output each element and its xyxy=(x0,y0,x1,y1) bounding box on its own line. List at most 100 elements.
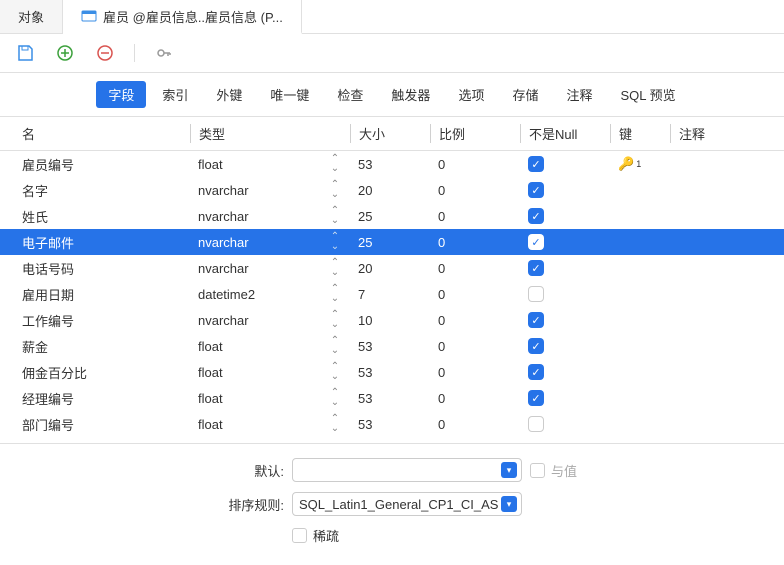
cell-name[interactable]: 姓氏 xyxy=(0,207,190,226)
subtab-uniq[interactable]: 唯一键 xyxy=(258,81,321,108)
cell-type[interactable]: float xyxy=(190,365,320,380)
sparse-checkbox[interactable] xyxy=(292,528,307,543)
header-notnull[interactable]: 不是Null xyxy=(520,124,610,143)
header-comment[interactable]: 注释 xyxy=(670,124,784,143)
cell-size[interactable]: 53 xyxy=(350,157,430,172)
subtab-fields[interactable]: 字段 xyxy=(96,81,146,108)
table-row[interactable]: 雇员编号float⌃⌄530✓🔑1 xyxy=(0,151,784,177)
subtab-storage[interactable]: 存储 xyxy=(500,81,550,108)
subtab-trigger[interactable]: 触发器 xyxy=(379,81,442,108)
with-value-checkbox[interactable] xyxy=(530,463,545,478)
cell-name[interactable]: 雇用日期 xyxy=(0,285,190,304)
cell-name[interactable]: 雇员编号 xyxy=(0,155,190,174)
cell-scale[interactable]: 0 xyxy=(430,287,520,302)
remove-button[interactable] xyxy=(94,42,116,64)
cell-name[interactable]: 名字 xyxy=(0,181,190,200)
type-stepper[interactable]: ⌃⌄ xyxy=(320,414,350,434)
key-button[interactable] xyxy=(153,42,175,64)
cell-scale[interactable]: 0 xyxy=(430,391,520,406)
subtab-comment[interactable]: 注释 xyxy=(554,81,604,108)
subtab-indexes[interactable]: 索引 xyxy=(150,81,200,108)
notnull-checkbox[interactable]: ✓ xyxy=(528,234,544,250)
cell-type[interactable]: nvarchar xyxy=(190,235,320,250)
cell-scale[interactable]: 0 xyxy=(430,261,520,276)
notnull-checkbox[interactable] xyxy=(528,416,544,432)
cell-size[interactable]: 25 xyxy=(350,209,430,224)
cell-size[interactable]: 25 xyxy=(350,235,430,250)
cell-scale[interactable]: 0 xyxy=(430,209,520,224)
type-stepper[interactable]: ⌃⌄ xyxy=(320,362,350,382)
type-stepper[interactable]: ⌃⌄ xyxy=(320,232,350,252)
cell-type[interactable]: nvarchar xyxy=(190,183,320,198)
type-stepper[interactable]: ⌃⌄ xyxy=(320,284,350,304)
notnull-checkbox[interactable]: ✓ xyxy=(528,182,544,198)
tab-object[interactable]: 对象 xyxy=(0,0,63,33)
subtab-sqlpreview[interactable]: SQL 预览 xyxy=(608,81,687,108)
notnull-checkbox[interactable]: ✓ xyxy=(528,364,544,380)
type-stepper[interactable]: ⌃⌄ xyxy=(320,310,350,330)
collation-combo[interactable]: SQL_Latin1_General_CP1_CI_AS ▾ xyxy=(292,492,522,516)
cell-scale[interactable]: 0 xyxy=(430,365,520,380)
notnull-checkbox[interactable] xyxy=(528,286,544,302)
notnull-checkbox[interactable]: ✓ xyxy=(528,260,544,276)
cell-type[interactable]: float xyxy=(190,391,320,406)
subtab-check[interactable]: 检查 xyxy=(325,81,375,108)
cell-type[interactable]: nvarchar xyxy=(190,209,320,224)
notnull-checkbox[interactable]: ✓ xyxy=(528,338,544,354)
header-size[interactable]: 大小 xyxy=(350,124,430,143)
header-key[interactable]: 键 xyxy=(610,124,670,143)
default-combo[interactable]: ▾ xyxy=(292,458,522,482)
type-stepper[interactable]: ⌃⌄ xyxy=(320,388,350,408)
cell-type[interactable]: float xyxy=(190,157,320,172)
table-row[interactable]: 电话号码nvarchar⌃⌄200✓ xyxy=(0,255,784,281)
cell-name[interactable]: 电话号码 xyxy=(0,259,190,278)
cell-name[interactable]: 部门编号 xyxy=(0,415,190,434)
subtab-fk[interactable]: 外键 xyxy=(204,81,254,108)
type-stepper[interactable]: ⌃⌄ xyxy=(320,258,350,278)
cell-size[interactable]: 10 xyxy=(350,313,430,328)
cell-size[interactable]: 7 xyxy=(350,287,430,302)
type-stepper[interactable]: ⌃⌄ xyxy=(320,180,350,200)
cell-scale[interactable]: 0 xyxy=(430,183,520,198)
cell-size[interactable]: 53 xyxy=(350,391,430,406)
table-row[interactable]: 电子邮件nvarchar⌃⌄250 ✓ xyxy=(0,229,784,255)
cell-size[interactable]: 20 xyxy=(350,183,430,198)
cell-size[interactable]: 53 xyxy=(350,365,430,380)
table-row[interactable]: 部门编号float⌃⌄530 xyxy=(0,411,784,437)
cell-size[interactable]: 53 xyxy=(350,339,430,354)
tab-current[interactable]: 雇员 @雇员信息..雇员信息 (P... xyxy=(63,0,302,34)
cell-scale[interactable]: 0 xyxy=(430,417,520,432)
cell-name[interactable]: 工作编号 xyxy=(0,311,190,330)
type-stepper[interactable]: ⌃⌄ xyxy=(320,206,350,226)
cell-scale[interactable]: 0 xyxy=(430,235,520,250)
subtab-options[interactable]: 选项 xyxy=(446,81,496,108)
cell-size[interactable]: 53 xyxy=(350,417,430,432)
notnull-checkbox[interactable]: ✓ xyxy=(528,208,544,224)
table-row[interactable]: 雇用日期datetime2⌃⌄70 xyxy=(0,281,784,307)
header-scale[interactable]: 比例 xyxy=(430,124,520,143)
table-row[interactable]: 名字nvarchar⌃⌄200 ✓ xyxy=(0,177,784,203)
table-row[interactable]: 工作编号nvarchar⌃⌄100✓ xyxy=(0,307,784,333)
header-type[interactable]: 类型 xyxy=(190,124,350,143)
cell-name[interactable]: 电子邮件 xyxy=(0,233,190,252)
cell-type[interactable]: datetime2 xyxy=(190,287,320,302)
cell-name[interactable]: 佣金百分比 xyxy=(0,363,190,382)
header-name[interactable]: 名 xyxy=(0,124,190,143)
cell-type[interactable]: float xyxy=(190,339,320,354)
cell-type[interactable]: float xyxy=(190,417,320,432)
save-button[interactable] xyxy=(14,42,36,64)
notnull-checkbox[interactable]: ✓ xyxy=(528,390,544,406)
table-row[interactable]: 佣金百分比float⌃⌄530 ✓ xyxy=(0,359,784,385)
cell-name[interactable]: 薪金 xyxy=(0,337,190,356)
type-stepper[interactable]: ⌃⌄ xyxy=(320,336,350,356)
cell-scale[interactable]: 0 xyxy=(430,339,520,354)
add-button[interactable] xyxy=(54,42,76,64)
table-row[interactable]: 薪金float⌃⌄530 ✓ xyxy=(0,333,784,359)
cell-name[interactable]: 经理编号 xyxy=(0,389,190,408)
notnull-checkbox[interactable]: ✓ xyxy=(528,312,544,328)
table-row[interactable]: 经理编号float⌃⌄530 ✓ xyxy=(0,385,784,411)
cell-scale[interactable]: 0 xyxy=(430,313,520,328)
table-row[interactable]: 姓氏nvarchar⌃⌄250 ✓ xyxy=(0,203,784,229)
cell-size[interactable]: 20 xyxy=(350,261,430,276)
notnull-checkbox[interactable]: ✓ xyxy=(528,156,544,172)
